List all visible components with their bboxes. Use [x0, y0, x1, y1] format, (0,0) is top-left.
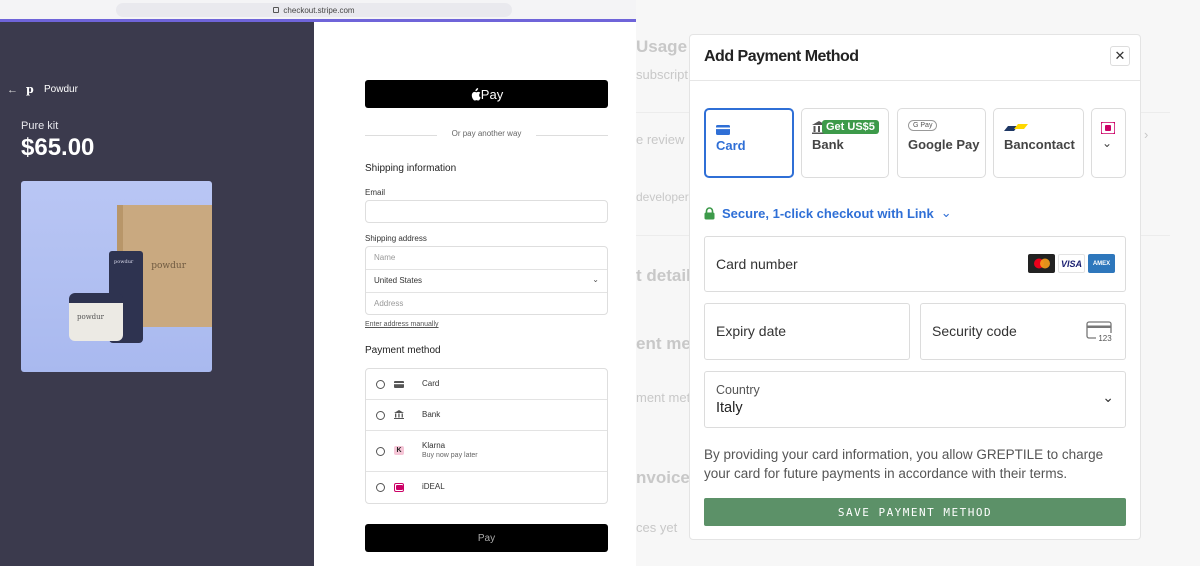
security-code-field[interactable]: Security code 123 — [920, 303, 1126, 360]
url-pill[interactable]: checkout.stripe.com — [116, 3, 512, 17]
email-label: Email — [365, 188, 386, 197]
email-field[interactable] — [365, 200, 608, 223]
lock-icon — [704, 207, 715, 220]
or-divider: Or pay another way — [365, 129, 608, 141]
apple-pay-label: Pay — [480, 86, 504, 102]
link-checkout-row[interactable]: Secure, 1-click checkout with Link ⌄ — [704, 204, 952, 222]
radio-button[interactable] — [376, 380, 385, 389]
visa-icon: VISA — [1058, 254, 1085, 273]
box-logo-text: powdur — [151, 261, 186, 271]
country-label: Country — [716, 383, 760, 397]
card-number-field[interactable]: Card number VISA AMEX — [704, 236, 1126, 292]
shipping-address-label: Shipping address — [365, 234, 427, 243]
checkout-form: Pay Or pay another way Shipping informat… — [314, 22, 636, 566]
payment-option-label: iDEAL — [422, 482, 445, 491]
tab-bank[interactable]: Get US$5 Bank — [801, 108, 889, 178]
mastercard-icon — [1028, 254, 1055, 273]
cvc-icon-text: 123 — [1098, 334, 1112, 343]
bg-text-no-invoices: ces yet — [636, 520, 678, 535]
authorization-terms: By providing your card information, you … — [704, 447, 1104, 481]
apple-pay-button[interactable]: Pay — [365, 80, 608, 108]
name-field[interactable]: Name — [366, 247, 607, 270]
klarna-icon: K — [394, 446, 404, 455]
product-price: $65.00 — [21, 134, 95, 161]
promo-badge: Get US$5 — [822, 120, 879, 134]
pay-button[interactable]: Pay — [365, 524, 608, 552]
cvc-card-icon: 123 — [1086, 321, 1114, 348]
lock-icon — [273, 7, 280, 13]
tab-label: Bank — [812, 137, 844, 152]
payment-option-label: Card — [422, 379, 440, 388]
modal-header: Add Payment Method ✕ — [690, 35, 1140, 81]
save-payment-method-button[interactable]: SAVE PAYMENT METHOD — [704, 498, 1126, 526]
bg-text-subscription: subscript — [636, 67, 689, 82]
apple-icon — [471, 87, 481, 100]
payment-method-list: Card Bank K Klarna Buy now pay later iDE… — [365, 368, 608, 504]
ideal-icon — [394, 483, 404, 492]
expiry-date-label: Expiry date — [716, 323, 787, 339]
address-field[interactable]: Address — [366, 293, 607, 316]
country-select[interactable]: Country Italy ⌄ — [704, 371, 1126, 428]
payment-option-card[interactable]: Card — [366, 369, 607, 400]
country-value: Italy — [716, 400, 743, 416]
stripe-checkout-window: checkout.stripe.com ← p Powdur Pure kit … — [0, 0, 636, 566]
tab-more[interactable]: ⌄ — [1091, 108, 1126, 178]
payment-option-ideal[interactable]: iDEAL — [366, 472, 607, 503]
security-code-label: Security code — [932, 323, 1017, 339]
add-payment-method-modal: Add Payment Method ✕ Card Get US$5 Bank … — [689, 34, 1141, 540]
radio-button[interactable] — [376, 483, 385, 492]
tab-card[interactable]: Card — [704, 108, 794, 178]
close-icon[interactable]: ✕ — [1110, 46, 1130, 66]
chevron-down-icon: ⌄ — [592, 275, 599, 284]
tab-label: Google Pay — [908, 137, 980, 152]
tab-google-pay[interactable]: G Pay Google Pay — [897, 108, 986, 178]
bg-text-reviews: e review — [636, 132, 685, 147]
amex-icon: AMEX — [1088, 254, 1115, 273]
chevron-down-icon: ⌄ — [1102, 136, 1113, 150]
order-summary-pane: ← p Powdur Pure kit $65.00 powdur powdur… — [0, 22, 314, 566]
payment-option-label: Bank — [422, 410, 441, 419]
bg-heading-usage: Usage — [636, 37, 688, 56]
card-brand-logos: VISA AMEX — [1028, 254, 1115, 273]
payment-method-title: Payment method — [365, 345, 441, 356]
enter-address-manually-link[interactable]: Enter address manually — [365, 321, 439, 328]
tab-bancontact[interactable]: Bancontact — [993, 108, 1084, 178]
payment-option-bank[interactable]: Bank — [366, 400, 607, 431]
chevron-down-icon: ⌄ — [1102, 389, 1114, 405]
expiry-date-field[interactable]: Expiry date — [704, 303, 910, 360]
google-pay-icon: G Pay — [908, 120, 938, 131]
billing-page-background: Usage subscript e review › developers t … — [636, 0, 1200, 566]
radio-button[interactable] — [376, 411, 385, 420]
bg-chevron-right-icon: › — [1144, 127, 1149, 142]
country-select-value: United States — [374, 276, 423, 285]
tab-label: Card — [716, 138, 746, 153]
card-icon — [394, 380, 404, 389]
link-checkout-text: Secure, 1-click checkout with Link — [722, 205, 934, 221]
product-name: Pure kit — [21, 120, 59, 132]
brand-name: Powdur — [44, 84, 78, 95]
country-select[interactable]: United States ⌄ — [366, 270, 607, 293]
payment-option-label: Klarna — [422, 441, 446, 450]
shipping-address-group: Name United States ⌄ Address — [365, 246, 608, 315]
bg-heading-payment: ent met — [636, 334, 697, 353]
radio-button[interactable] — [376, 447, 385, 456]
bg-heading-details: t detail — [636, 266, 691, 285]
back-arrow-icon[interactable]: ← — [7, 84, 18, 96]
tube-logo-text: powdur — [114, 259, 134, 265]
jar-logo-text: powdur — [77, 313, 105, 321]
chevron-down-icon: ⌄ — [940, 205, 952, 220]
bank-icon — [394, 410, 404, 419]
tab-label: Bancontact — [1004, 137, 1075, 152]
shipping-title: Shipping information — [365, 163, 457, 174]
payment-option-klarna[interactable]: K Klarna Buy now pay later — [366, 431, 607, 472]
browser-url-bar[interactable]: checkout.stripe.com — [0, 0, 636, 20]
bg-text-developers: developers — [636, 190, 695, 204]
modal-title: Add Payment Method — [704, 48, 859, 65]
url-text: checkout.stripe.com — [283, 5, 355, 15]
brand-logo: p — [26, 83, 34, 96]
product-image: powdur powdur powdur — [21, 181, 212, 372]
card-number-label: Card number — [716, 256, 798, 272]
payment-option-sublabel: Buy now pay later — [422, 452, 478, 459]
